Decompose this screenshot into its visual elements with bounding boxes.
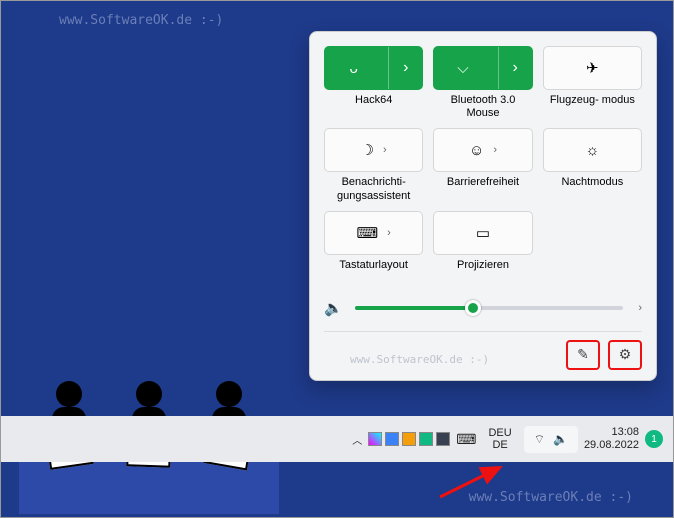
wifi-icon: ᴗ [349, 60, 357, 77]
tile-label: Hack64 [355, 94, 392, 120]
watermark: www.SoftwareOK.de :-) [350, 353, 489, 366]
wifi-tile[interactable]: ᴗ › [324, 46, 423, 90]
tray-app-icon[interactable] [419, 432, 433, 446]
night-icon: ☼ [585, 142, 599, 159]
tile-label: Flugzeug- modus [550, 94, 635, 120]
tray-app-icon[interactable] [385, 432, 399, 446]
clock[interactable]: 13:08 29.08.2022 [584, 426, 639, 452]
time: 13:08 [584, 426, 639, 439]
watermark: www.SoftwareOK.de :-) [59, 13, 223, 28]
nightmode-tile[interactable]: ☼ [543, 128, 642, 172]
touch-keyboard-icon[interactable]: ⌨ [456, 431, 476, 448]
tray-overflow-chevron[interactable]: ︿ [352, 432, 362, 447]
tray-icons[interactable] [368, 432, 450, 446]
taskbar: ︿ ⌨ DEU DE ⌔ 🔈 13:08 29.08.2022 1 [1, 416, 673, 462]
volume-output-chevron[interactable]: › [638, 302, 642, 314]
speaker-icon[interactable]: 🔈 [324, 299, 343, 317]
annotation-arrow [431, 461, 521, 501]
tile-label: Bluetooth 3.0 Mouse [433, 94, 532, 120]
language-indicator[interactable]: DEU DE [482, 427, 517, 451]
project-icon: ▭ [476, 224, 490, 242]
wifi-expand[interactable]: › [388, 47, 422, 89]
lang-top: DEU [488, 427, 511, 439]
keyboard-layout-tile[interactable]: ⌨› [324, 211, 423, 255]
airplane-tile[interactable]: ✈ [543, 46, 642, 90]
edit-quick-settings-button[interactable]: ✎ [566, 340, 600, 370]
pencil-icon: ✎ [577, 346, 589, 363]
speaker-icon: 🔈 [553, 432, 568, 446]
tile-label: Projizieren [457, 259, 509, 285]
chevron-right-icon: › [383, 144, 387, 156]
tile-label: Benachrichti- gungsassistent [324, 176, 423, 202]
tile-label: Tastaturlayout [339, 259, 407, 285]
settings-button[interactable]: ⚙ [608, 340, 642, 370]
gear-icon: ⚙ [619, 346, 632, 363]
bluetooth-tile[interactable]: ⌵ › [433, 46, 532, 90]
tile-label: Barrierefreiheit [447, 176, 519, 202]
bluetooth-icon: ⌵ [457, 60, 468, 77]
chevron-right-icon: › [512, 59, 517, 77]
chevron-right-icon: › [493, 144, 497, 156]
tray-app-icon[interactable] [368, 432, 382, 446]
tile-label: Nachtmodus [561, 176, 623, 202]
lang-bottom: DE [488, 439, 511, 451]
project-tile[interactable]: ▭ [433, 211, 532, 255]
network-sound-tray[interactable]: ⌔ 🔈 [524, 426, 578, 453]
chevron-right-icon: › [403, 59, 408, 77]
bluetooth-expand[interactable]: › [498, 47, 532, 89]
airplane-icon: ✈ [586, 59, 599, 77]
wifi-icon: ⌔ [534, 432, 545, 447]
volume-slider[interactable] [355, 306, 624, 310]
date: 29.08.2022 [584, 439, 639, 452]
tray-app-icon[interactable] [436, 432, 450, 446]
focus-assist-tile[interactable]: ☽› [324, 128, 423, 172]
accessibility-tile[interactable]: ☺› [433, 128, 532, 172]
quick-settings-panel: ᴗ › Hack64 ⌵ › Bluetooth 3.0 Mouse ✈ Flu… [309, 31, 657, 381]
moon-icon: ☽ [361, 141, 374, 159]
notification-badge[interactable]: 1 [645, 430, 663, 448]
accessibility-icon: ☺ [469, 142, 484, 159]
keyboard-icon: ⌨ [357, 224, 379, 242]
tray-app-icon[interactable] [402, 432, 416, 446]
chevron-right-icon: › [387, 227, 391, 239]
